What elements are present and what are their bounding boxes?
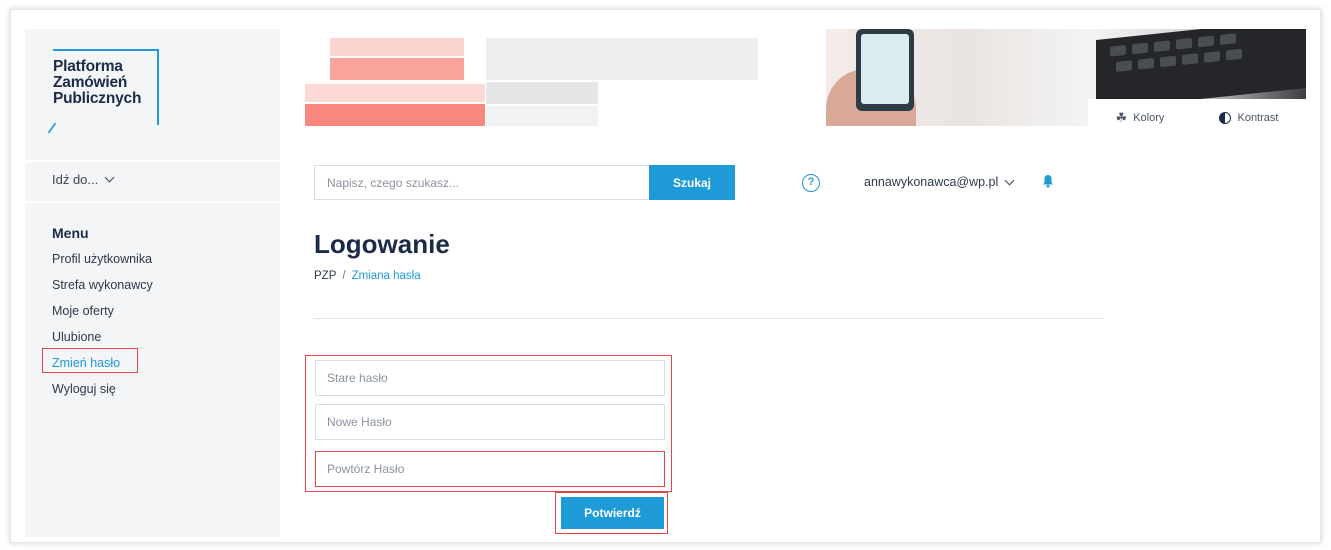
breadcrumb-separator: / xyxy=(342,270,346,282)
sidebar: Platforma Zamówień Publicznych Idź do...… xyxy=(25,29,280,537)
page-title: Logowanie xyxy=(314,229,450,259)
logo-line-3: Publicznych xyxy=(53,90,142,107)
logo-text: Platforma Zamówień Publicznych xyxy=(53,59,141,107)
palette-icon: ☘ xyxy=(1115,110,1128,125)
sidebar-item-contractor-zone[interactable]: Strefa wykonawcy xyxy=(52,276,153,302)
breadcrumb-root[interactable]: PZP xyxy=(314,270,336,282)
chevron-down-icon xyxy=(1004,175,1015,185)
sidebar-divider xyxy=(25,160,280,162)
keyboard-image xyxy=(1096,29,1306,111)
bell-icon[interactable] xyxy=(1042,174,1054,188)
phone-image xyxy=(856,29,914,111)
logo[interactable]: Platforma Zamówień Publicznych xyxy=(47,49,159,133)
old-password-field[interactable] xyxy=(315,360,665,396)
highlight-change-password xyxy=(42,348,138,373)
sidebar-divider xyxy=(25,201,280,203)
breadcrumb-current[interactable]: Zmiana hasła xyxy=(352,270,421,282)
chevron-down-icon xyxy=(104,172,115,183)
confirm-button[interactable]: Potwierdź xyxy=(561,497,664,529)
contrast-icon xyxy=(1219,112,1232,124)
colors-button[interactable]: ☘ Kolory xyxy=(1116,110,1165,126)
menu-title: Menu xyxy=(52,225,89,241)
search-button[interactable]: Szukaj xyxy=(649,165,735,200)
logo-mark xyxy=(47,123,67,133)
sidebar-menu: Profil użytkownika Strefa wykonawcy Moje… xyxy=(52,250,153,406)
logo-line-1: Platforma xyxy=(53,58,123,75)
help-icon[interactable]: ? xyxy=(802,174,820,192)
sidebar-item-logout[interactable]: Wyloguj się xyxy=(52,380,153,406)
goto-label: Idź do... xyxy=(52,172,99,187)
user-email: annawykonawca@wp.pl xyxy=(864,175,999,189)
breadcrumb: PZP / Zmiana hasła xyxy=(314,270,421,282)
new-password-field[interactable] xyxy=(315,404,665,440)
contrast-label: Kontrast xyxy=(1237,112,1279,124)
repeat-password-field[interactable] xyxy=(315,451,665,487)
sidebar-item-profile[interactable]: Profil użytkownika xyxy=(52,250,153,276)
accessibility-toolbar: ☘ Kolory Kontrast xyxy=(1088,99,1306,137)
user-menu[interactable]: annawykonawca@wp.pl xyxy=(864,175,1015,189)
sidebar-item-my-offers[interactable]: Moje oferty xyxy=(52,302,153,328)
goto-dropdown[interactable]: Idź do... xyxy=(52,172,115,187)
logo-line-2: Zamówień xyxy=(53,74,128,91)
search-input[interactable] xyxy=(314,165,650,200)
contrast-button[interactable]: Kontrast xyxy=(1219,112,1278,124)
colors-label: Kolory xyxy=(1133,112,1165,124)
content-divider xyxy=(314,318,1104,319)
